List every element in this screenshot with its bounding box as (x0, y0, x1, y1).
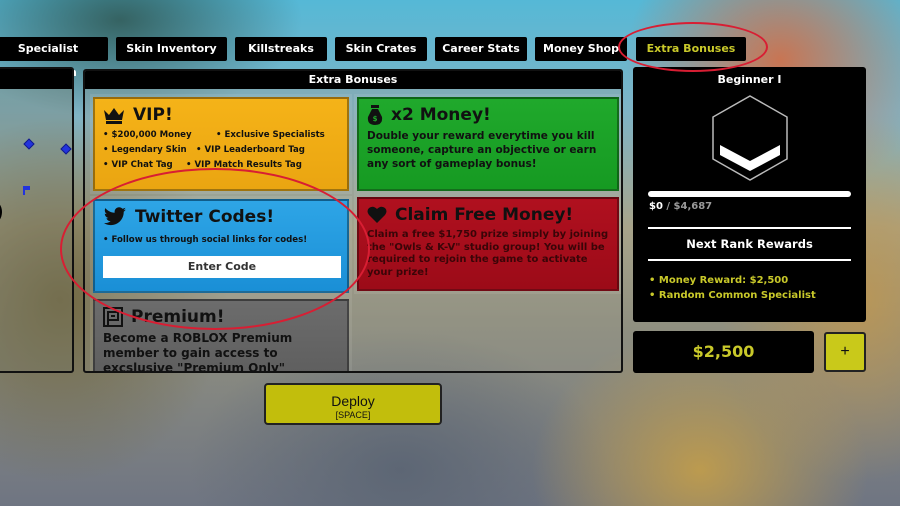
claim-free-money-card[interactable]: Claim Free Money! Claim a free $1,750 pr… (354, 194, 621, 294)
flag-icon (23, 186, 30, 195)
next-rank-rewards-list: • Money Reward: $2,500 • Random Common S… (649, 273, 816, 303)
vip-perk: • Legendary Skin (103, 145, 187, 155)
enter-code-button[interactable]: Enter Code (103, 256, 341, 278)
deploy-hotkey: [SPACE] (335, 409, 371, 420)
premium-description: Become a ROBLOX Premium member to gain a… (103, 331, 293, 373)
tab-killstreaks[interactable]: Killstreaks (235, 37, 327, 61)
reward-item: • Random Common Specialist (649, 290, 816, 301)
deploy-label: Deploy (331, 392, 375, 409)
x2-money-title: x2 Money! (391, 105, 491, 125)
svg-text:$: $ (373, 115, 378, 123)
x2-money-card[interactable]: $ x2 Money! Double your reward everytime… (354, 94, 621, 194)
rank-panel: Beginner I $0 / $4,687 Next Rank Rewards… (633, 67, 866, 322)
divider (648, 227, 851, 229)
vip-perks: • $200,000 Money • Exclusive Specialists… (103, 128, 339, 173)
premium-card[interactable]: Premium! Become a ROBLOX Premium member … (90, 296, 352, 373)
premium-title: Premium! (131, 307, 225, 327)
vip-perk: • VIP Match Results Tag (186, 160, 302, 170)
progress-max: $4,687 (673, 201, 713, 212)
deploy-button[interactable]: Deploy [SPACE] (264, 383, 442, 425)
crown-icon (103, 106, 125, 124)
progress-current: $0 (649, 201, 663, 212)
objective-marker-icon (60, 143, 72, 155)
twitter-codes-description: • Follow us through social links for cod… (103, 235, 308, 245)
next-rank-rewards-title: Next Rank Rewards (686, 237, 813, 251)
tab-skin-crates[interactable]: Skin Crates (335, 37, 427, 61)
twitter-bird-icon (103, 207, 127, 227)
vip-card[interactable]: VIP! • $200,000 Money • Exclusive Specia… (90, 94, 352, 194)
objective-marker-icon (23, 138, 35, 150)
twitter-codes-title: Twitter Codes! (135, 207, 275, 227)
tab-money-shop[interactable]: Money Shop (535, 37, 627, 61)
panel-title: Extra Bonuses (85, 71, 621, 89)
rank-progress-text: $0 / $4,687 (649, 201, 712, 212)
x2-money-description: Double your reward everytime you kill so… (367, 130, 597, 170)
minimap-panel (0, 67, 74, 373)
reward-item: • Money Reward: $2,500 (649, 275, 789, 286)
rank-progress-bar (648, 191, 851, 197)
vip-perk: • Exclusive Specialists (216, 130, 325, 140)
heart-icon (367, 206, 387, 224)
add-money-button[interactable]: + (824, 332, 866, 372)
vip-perk: • VIP Leaderboard Tag (196, 145, 305, 155)
vip-perk: • VIP Chat Tag (103, 160, 173, 170)
tab-skin-inventory[interactable]: Skin Inventory (116, 37, 227, 61)
player-marker-icon (0, 201, 2, 223)
minimap-header (0, 69, 72, 89)
claim-free-money-title: Claim Free Money! (395, 205, 574, 225)
twitter-codes-card: Twitter Codes! • Follow us through socia… (90, 196, 352, 296)
vip-perk: • $200,000 Money (103, 130, 192, 140)
extra-bonuses-panel: Extra Bonuses VIP! • $200,000 Money • Ex… (83, 69, 623, 373)
rank-name: Beginner I (717, 73, 782, 86)
divider (648, 259, 851, 261)
tab-career-stats[interactable]: Career Stats (435, 37, 527, 61)
vip-title: VIP! (133, 105, 173, 125)
progress-separator: / (662, 201, 674, 212)
rank-badge-icon (710, 93, 790, 183)
claim-free-money-description: Claim a free $1,750 prize simply by join… (367, 229, 609, 278)
roblox-premium-icon (103, 307, 123, 327)
money-balance: $2,500 (633, 331, 814, 373)
tab-extra-bonuses[interactable]: Extra Bonuses (636, 37, 746, 61)
money-bag-icon: $ (367, 105, 383, 125)
tab-specialist-selection[interactable]: Specialist Selection (0, 37, 108, 79)
